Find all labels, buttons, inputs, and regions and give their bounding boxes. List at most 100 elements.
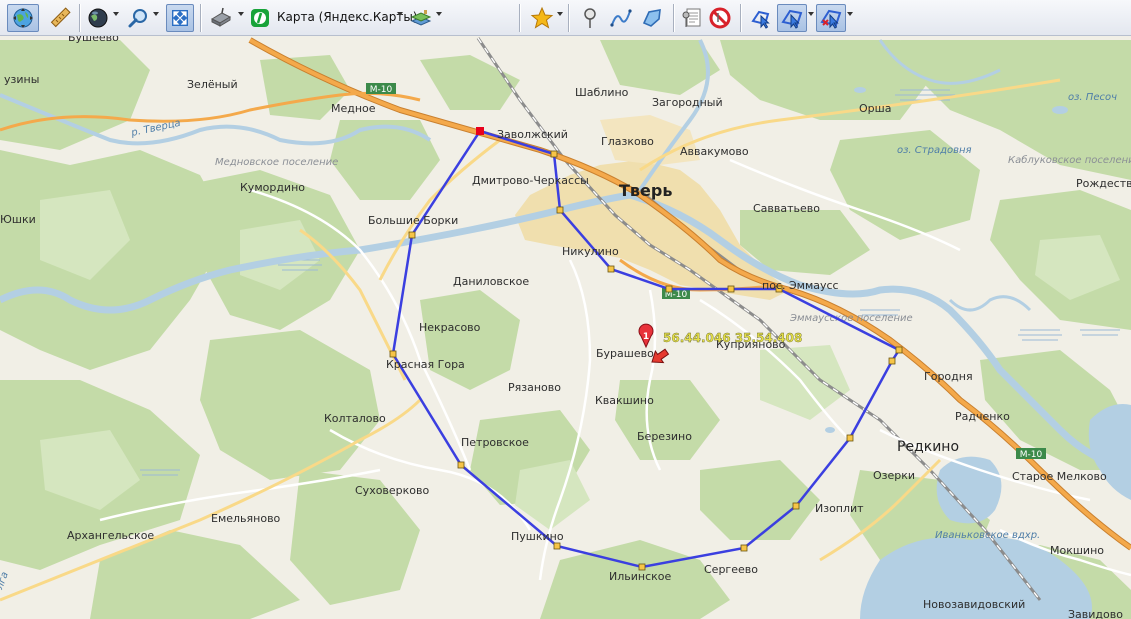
water-label-stradovnja: оз. Страдовня — [897, 145, 972, 156]
settlement-label: Городня — [924, 370, 973, 383]
polygon-start-vertex[interactable] — [476, 127, 484, 135]
settlement-label: Рязаново — [508, 381, 561, 394]
map-provider-dropdown-chevron-icon[interactable] — [397, 12, 403, 16]
layers-dropdown-chevron-icon[interactable] — [436, 12, 442, 16]
settlement-label: Емельяново — [211, 512, 281, 525]
settlement-label: Савватьево — [753, 202, 820, 215]
road-shield-m10-a: М-10 — [366, 83, 396, 95]
add-polygon-button[interactable] — [638, 4, 666, 32]
settlement-label: Бушеево — [68, 36, 119, 44]
polygon-vertex[interactable] — [553, 542, 561, 550]
settlement-label: Березино — [637, 430, 692, 443]
polygon-vertex[interactable] — [740, 544, 748, 552]
gps-device-icon — [210, 7, 232, 27]
zoom-dropdown-chevron-icon[interactable] — [153, 12, 159, 16]
globe-icon — [88, 8, 108, 28]
gps-device-button[interactable] — [206, 4, 236, 32]
delete-polygon-tool-button[interactable] — [816, 4, 846, 32]
ruler-button[interactable] — [46, 4, 74, 32]
navigation-mode-button[interactable] — [7, 4, 39, 32]
settlement-label: Новозавидовский — [923, 598, 1025, 611]
select-tool-icon — [751, 10, 770, 29]
magnifier-icon — [128, 9, 147, 28]
settlement-label: Медное — [331, 102, 376, 115]
toolbar-separator — [200, 4, 201, 32]
road-shield-m10-c: М-10 — [1016, 448, 1046, 460]
polygon-vertex[interactable] — [665, 285, 673, 293]
toolbar-separator — [740, 4, 741, 32]
polygon-vertex[interactable] — [457, 461, 465, 469]
settlement-label: Сергеево — [704, 563, 758, 576]
edit-polygon-icon — [781, 9, 803, 29]
polygon-vertex[interactable] — [895, 346, 903, 354]
map-source-icon-button[interactable] — [249, 4, 271, 32]
add-path-button[interactable] — [607, 4, 635, 32]
settlement-label: Пушкино — [511, 530, 564, 543]
toolbar-separator — [568, 4, 569, 32]
settlement-label: Юшки — [0, 213, 36, 226]
polygon-vertex[interactable] — [888, 357, 896, 365]
gps-dropdown-chevron-icon[interactable] — [238, 12, 244, 16]
polygon-vertex[interactable] — [792, 502, 800, 510]
pin-icon — [584, 8, 596, 28]
settlement-label: Зелёный — [187, 78, 238, 91]
settlement-label: Изоплит — [815, 502, 864, 515]
settlement-label: Квакшино — [595, 394, 654, 407]
settlement-label: Заволжский — [497, 128, 568, 141]
settlement-label: Аввакумово — [680, 145, 749, 158]
polygon-vertex[interactable] — [389, 350, 397, 358]
area-label-emmausskoe: Эммаусское поселение — [789, 313, 913, 324]
polygon-vertex[interactable] — [607, 265, 615, 273]
forbidden-icon — [709, 7, 731, 29]
globe-dropdown-chevron-icon[interactable] — [113, 12, 119, 16]
road-shield-label: М-10 — [370, 85, 393, 95]
road-shield-label: М-10 — [1020, 450, 1043, 460]
settlement-label: Радченко — [955, 410, 1010, 423]
area-label-kablukovskoe: Каблуковское поселение — [1008, 154, 1131, 166]
select-tool-button[interactable] — [747, 4, 775, 32]
settlement-label: Мокшино — [1050, 544, 1104, 557]
settlement-label: Суховерково — [355, 484, 430, 497]
map-canvas[interactable]: М-10 М-10 М-10 Медновское поселение Эмма… — [0, 36, 1131, 619]
settlement-label: Ильинское — [609, 570, 672, 583]
settlement-label-large: Редкино — [897, 439, 959, 455]
globe-button[interactable] — [84, 4, 112, 32]
coordinates-readout: 56.44.046 35.54.408 — [663, 331, 802, 345]
toolbar-separator — [79, 4, 80, 32]
navigation-globe-icon — [13, 8, 33, 28]
edit-tool-dropdown-chevron-icon[interactable] — [808, 12, 814, 16]
marks-list-button[interactable] — [679, 4, 705, 32]
add-placemark-button[interactable] — [577, 4, 603, 32]
polygon-vertex[interactable] — [550, 150, 558, 158]
settlement-label: Бурашево — [596, 347, 654, 360]
settlement-label: Глазково — [601, 135, 654, 148]
toolbar-separator — [519, 4, 520, 32]
polygon-icon — [642, 9, 661, 27]
edit-polygon-tool-button[interactable] — [777, 4, 807, 32]
settlement-label: Архангельское — [67, 529, 154, 542]
polygon-vertex[interactable] — [727, 285, 735, 293]
layers-button[interactable] — [407, 4, 435, 32]
favorites-dropdown-chevron-icon[interactable] — [557, 12, 563, 16]
settlement-label: Даниловское — [453, 275, 529, 288]
main-toolbar: Карта (Яндекс.Карты) — [0, 0, 1131, 36]
favorites-button[interactable] — [528, 4, 556, 32]
delete-tool-dropdown-chevron-icon[interactable] — [847, 12, 853, 16]
ruler-icon — [50, 7, 71, 28]
map-view[interactable]: М-10 М-10 М-10 Медновское поселение Эмма… — [0, 36, 1131, 619]
toolbar-separator — [673, 4, 674, 32]
settlement-label: Красная Гора — [386, 358, 465, 371]
hide-marks-button[interactable] — [707, 4, 733, 32]
yandex-source-icon — [251, 9, 269, 27]
settlement-label: узины — [4, 73, 39, 86]
settlement-label: Петровское — [461, 436, 529, 449]
settlement-label: Колталово — [324, 412, 386, 425]
settlement-label: Большие Борки — [368, 214, 458, 227]
polygon-vertex[interactable] — [408, 231, 416, 239]
fit-extent-button[interactable] — [166, 4, 194, 32]
area-label-mednovskoe: Медновское поселение — [215, 157, 338, 168]
polygon-vertex[interactable] — [846, 434, 854, 442]
zoom-button[interactable] — [124, 4, 152, 32]
polygon-vertex[interactable] — [556, 206, 564, 214]
settlement-label: Никулино — [562, 245, 619, 258]
